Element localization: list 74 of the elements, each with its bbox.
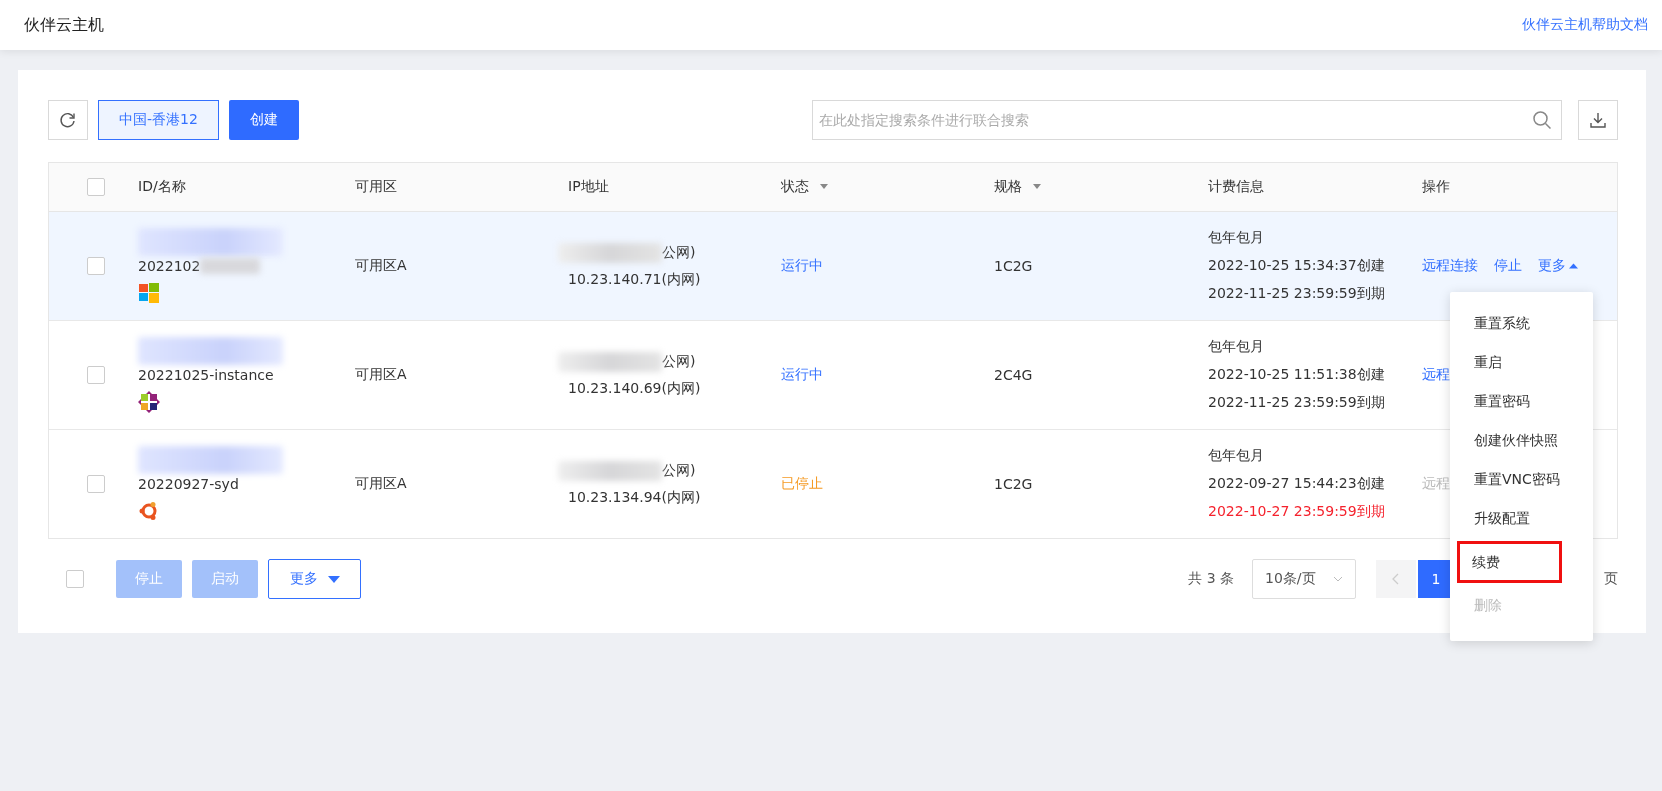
billing-type: 包年包月 <box>1208 447 1264 465</box>
sort-caret-icon[interactable] <box>1032 184 1042 190</box>
column-header: IP地址 <box>568 178 609 196</box>
menu-item[interactable]: 重置密码 <box>1450 382 1593 421</box>
private-ip-text: 10.23.134.94(内网) <box>568 489 701 507</box>
refresh-button[interactable] <box>48 100 88 140</box>
download-icon <box>1589 111 1607 129</box>
checkbox[interactable] <box>86 475 105 493</box>
column-header: ID/名称 <box>138 178 186 196</box>
status-text: 运行中 <box>781 257 823 275</box>
public-ip-text: 公网) <box>662 462 696 480</box>
instance-name: 20220927-syd <box>138 476 239 492</box>
more-dropdown-button[interactable]: 更多 <box>268 559 361 599</box>
public-ip-text: 公网) <box>662 353 696 371</box>
chevron-down-icon <box>1333 576 1343 582</box>
checkbox[interactable] <box>86 178 105 196</box>
caret-icon <box>1569 263 1578 269</box>
search-field[interactable]: 在此处指定搜索条件进行联合搜索 <box>812 100 1562 140</box>
download-button[interactable] <box>1578 100 1618 140</box>
caret-icon <box>327 575 340 583</box>
action-link[interactable]: 远程连接 <box>1422 257 1478 275</box>
spec-text: 2C4G <box>994 367 1033 383</box>
chevron-left-icon <box>1392 573 1400 585</box>
menu-item[interactable]: 续费 <box>1458 542 1561 582</box>
expiry-time: 2022-10-27 23:59:59到期 <box>1208 503 1385 521</box>
billing-type: 包年包月 <box>1208 338 1264 356</box>
menu-item[interactable]: 重置VNC密码 <box>1450 460 1593 499</box>
action-link[interactable]: 远程 <box>1422 366 1450 384</box>
billing-type: 包年包月 <box>1208 229 1264 247</box>
menu-item[interactable]: 重启 <box>1450 343 1593 382</box>
column-header: 操作 <box>1422 178 1450 196</box>
total-count: 共 3 条 <box>1188 570 1234 588</box>
menu-item[interactable]: 重置系统 <box>1450 304 1593 343</box>
more-dropdown[interactable]: 更多 <box>1538 257 1578 275</box>
os-logo-icon <box>138 391 160 413</box>
column-header: 规格 <box>994 178 1022 196</box>
instance-name: 2022102 <box>138 258 201 274</box>
zone-text: 可用区A <box>355 475 407 493</box>
action-link[interactable]: 停止 <box>1494 257 1522 275</box>
created-time: 2022-09-27 15:44:23创建 <box>1208 475 1385 493</box>
zone-text: 可用区A <box>355 257 407 275</box>
spec-text: 1C2G <box>994 476 1033 492</box>
page-title: 伙伴云主机 <box>24 14 104 36</box>
created-time: 2022-10-25 11:51:38创建 <box>1208 366 1385 384</box>
search-icon <box>1532 110 1552 130</box>
checkbox[interactable] <box>86 366 105 384</box>
created-time: 2022-10-25 15:34:37创建 <box>1208 257 1385 275</box>
status-text: 运行中 <box>781 366 823 384</box>
windows-logo-icon <box>138 282 160 304</box>
zone-text: 可用区A <box>355 366 407 384</box>
help-link[interactable]: 伙伴云主机帮助文档 <box>1522 16 1648 34</box>
menu-item[interactable]: 创建伙伴快照 <box>1450 421 1593 460</box>
page-size-select[interactable]: 10条/页 <box>1252 559 1356 599</box>
expiry-time: 2022-11-25 23:59:59到期 <box>1208 394 1385 412</box>
create-button[interactable]: 创建 <box>228 100 299 140</box>
private-ip-text: 10.23.140.71(内网) <box>568 271 701 289</box>
instance-name: 20221025-instance <box>138 367 274 383</box>
sort-caret-icon[interactable] <box>819 184 829 190</box>
spec-text: 1C2G <box>994 258 1033 274</box>
column-header: 计费信息 <box>1208 178 1264 196</box>
column-header: 状态 <box>781 178 809 196</box>
menu-item[interactable]: 升级配置 <box>1450 499 1593 538</box>
region-button[interactable]: 中国-香港12 <box>98 100 219 140</box>
checkbox[interactable] <box>86 257 105 275</box>
previous-page-button[interactable] <box>1376 560 1416 598</box>
page-suffix: 页 <box>1604 570 1618 588</box>
checkbox[interactable] <box>66 570 84 588</box>
private-ip-text: 10.23.140.69(内网) <box>568 380 701 398</box>
redaction-block <box>200 258 261 274</box>
public-ip-text: 公网) <box>662 244 696 262</box>
refresh-icon <box>59 111 77 129</box>
expiry-time: 2022-11-25 23:59:59到期 <box>1208 285 1385 303</box>
column-header: 可用区 <box>355 178 397 196</box>
status-text: 已停止 <box>781 475 823 493</box>
